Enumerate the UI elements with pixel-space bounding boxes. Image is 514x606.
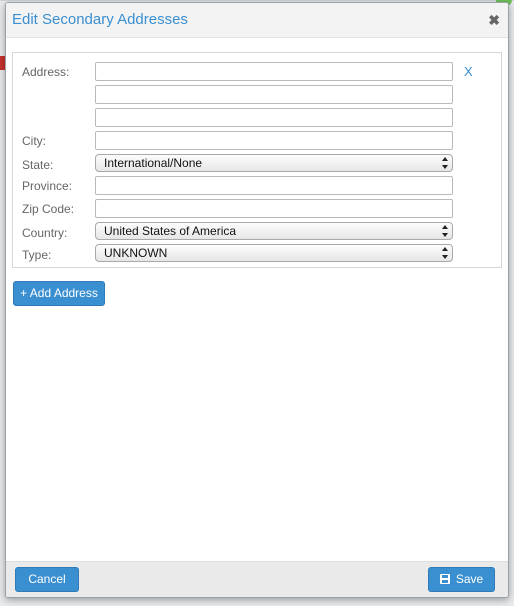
- save-button[interactable]: Save: [428, 567, 495, 592]
- zip-code-input[interactable]: [95, 199, 453, 218]
- save-button-label: Save: [455, 572, 484, 586]
- address-line-1-input[interactable]: [95, 62, 453, 81]
- address-line-3-input[interactable]: [95, 108, 453, 127]
- state-select-value: International/None: [104, 156, 203, 170]
- select-arrows-icon: [442, 225, 448, 237]
- save-icon: [439, 574, 450, 584]
- select-arrows-icon: [442, 157, 448, 169]
- type-select-value: UNKNOWN: [104, 246, 168, 260]
- province-input[interactable]: [95, 176, 453, 195]
- city-input[interactable]: [95, 131, 453, 150]
- address-entry: Address: X City: State: International/No…: [12, 52, 502, 268]
- background-app-border: [0, 0, 514, 1]
- address-line-2-input[interactable]: [95, 85, 453, 104]
- cancel-button[interactable]: Cancel: [15, 567, 79, 592]
- province-label: Province:: [22, 179, 73, 193]
- close-icon[interactable]: ✖: [488, 12, 500, 28]
- zip-code-label: Zip Code:: [22, 202, 75, 216]
- add-address-button[interactable]: + Add Address: [13, 281, 105, 306]
- type-label: Type:: [22, 248, 52, 262]
- dialog-header: Edit Secondary Addresses ✖: [6, 3, 508, 38]
- dialog-footer: Cancel Save: [6, 561, 508, 597]
- remove-address-button[interactable]: X: [464, 64, 473, 79]
- country-select[interactable]: United States of America: [95, 222, 453, 240]
- select-arrows-icon: [442, 247, 448, 259]
- state-label: State:: [22, 158, 54, 172]
- country-label: Country:: [22, 226, 68, 240]
- edit-secondary-addresses-dialog: Edit Secondary Addresses ✖ Address: X Ci…: [5, 2, 509, 598]
- dialog-title: Edit Secondary Addresses: [12, 11, 188, 28]
- city-label: City:: [22, 134, 46, 148]
- type-select[interactable]: UNKNOWN: [95, 244, 453, 262]
- address-label: Address:: [22, 65, 70, 79]
- country-select-value: United States of America: [104, 224, 237, 238]
- state-select[interactable]: International/None: [95, 154, 453, 172]
